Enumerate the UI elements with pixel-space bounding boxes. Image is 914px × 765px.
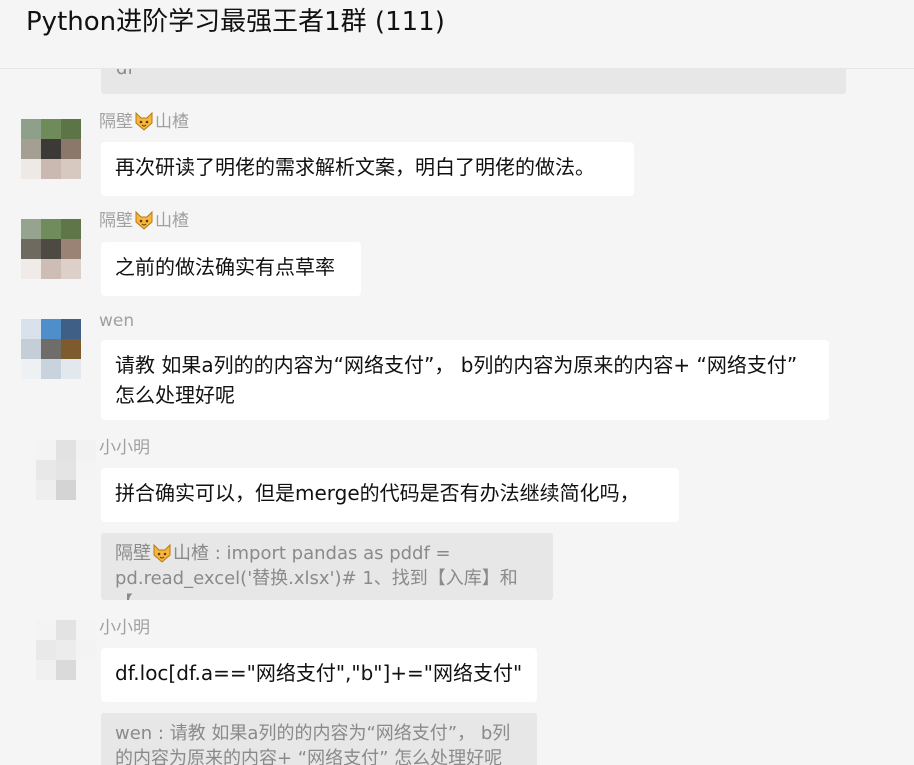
message-text: 之前的做法确实有点草率 [115,255,335,279]
cat-emoji-icon [153,543,171,563]
message-bubble[interactable]: df.loc[df.a=="网络支付","b"]+="网络支付" [101,648,537,702]
message-bubble[interactable]: 请教 如果a列的的内容为“网络支付”， b列的内容为原来的内容+ “网络支付” … [101,340,829,420]
message-text: 再次研读了明佬的需求解析文案，明白了明佬的做法。 [115,155,595,179]
sender-name: 小小明 [99,618,150,638]
message-text: df.loc[df.a=="网络支付","b"]+="网络支付" [115,661,523,685]
quote-text: wen : 请教 如果a列的的内容为“网络支付”， b列的内容为原来的内容+ “… [115,723,511,765]
avatar[interactable] [36,440,96,500]
message-bubble[interactable]: 之前的做法确实有点草率 [101,242,361,296]
chat-area[interactable]: df 隔壁山楂 再次研读了明佬的需求解析文案，明白了明佬的做法。 [0,0,914,765]
sender-name: 小小明 [99,438,150,458]
avatar[interactable] [21,219,81,279]
sender-name: 隔壁 山楂 [99,111,189,132]
quote-block[interactable]: wen : 请教 如果a列的的内容为“网络支付”， b列的内容为原来的内容+ “… [101,713,537,765]
message-bubble[interactable]: 再次研读了明佬的需求解析文案，明白了明佬的做法。 [101,142,634,196]
page-title: Python进阶学习最强王者1群 (111) [26,7,445,37]
chat-header: Python进阶学习最强王者1群 (111) [0,0,914,69]
message-text: 请教 如果a列的的内容为“网络支付”， b列的内容为原来的内容+ “网络支付” … [115,353,798,407]
avatar[interactable] [36,620,96,680]
message-text: 拼合确实可以，但是merge的代码是否有办法继续简化吗， [115,481,640,505]
quote-block[interactable]: 隔壁 山楂 : import pandas as pddf = pd.read_e… [101,533,553,600]
quote-text: 隔壁 山楂 : import pandas as pddf = pd.read_e… [115,543,518,600]
avatar[interactable] [21,319,81,379]
message-bubble[interactable]: 拼合确实可以，但是merge的代码是否有办法继续简化吗， [101,468,679,522]
chat-window: df 隔壁山楂 再次研读了明佬的需求解析文案，明白了明佬的做法。 [0,0,914,765]
sender-name: wen [99,311,135,331]
avatar[interactable] [21,119,81,179]
sender-name: 隔壁 山楂 [99,210,189,231]
cat-emoji-icon [135,111,153,131]
cat-emoji-icon [135,210,153,230]
